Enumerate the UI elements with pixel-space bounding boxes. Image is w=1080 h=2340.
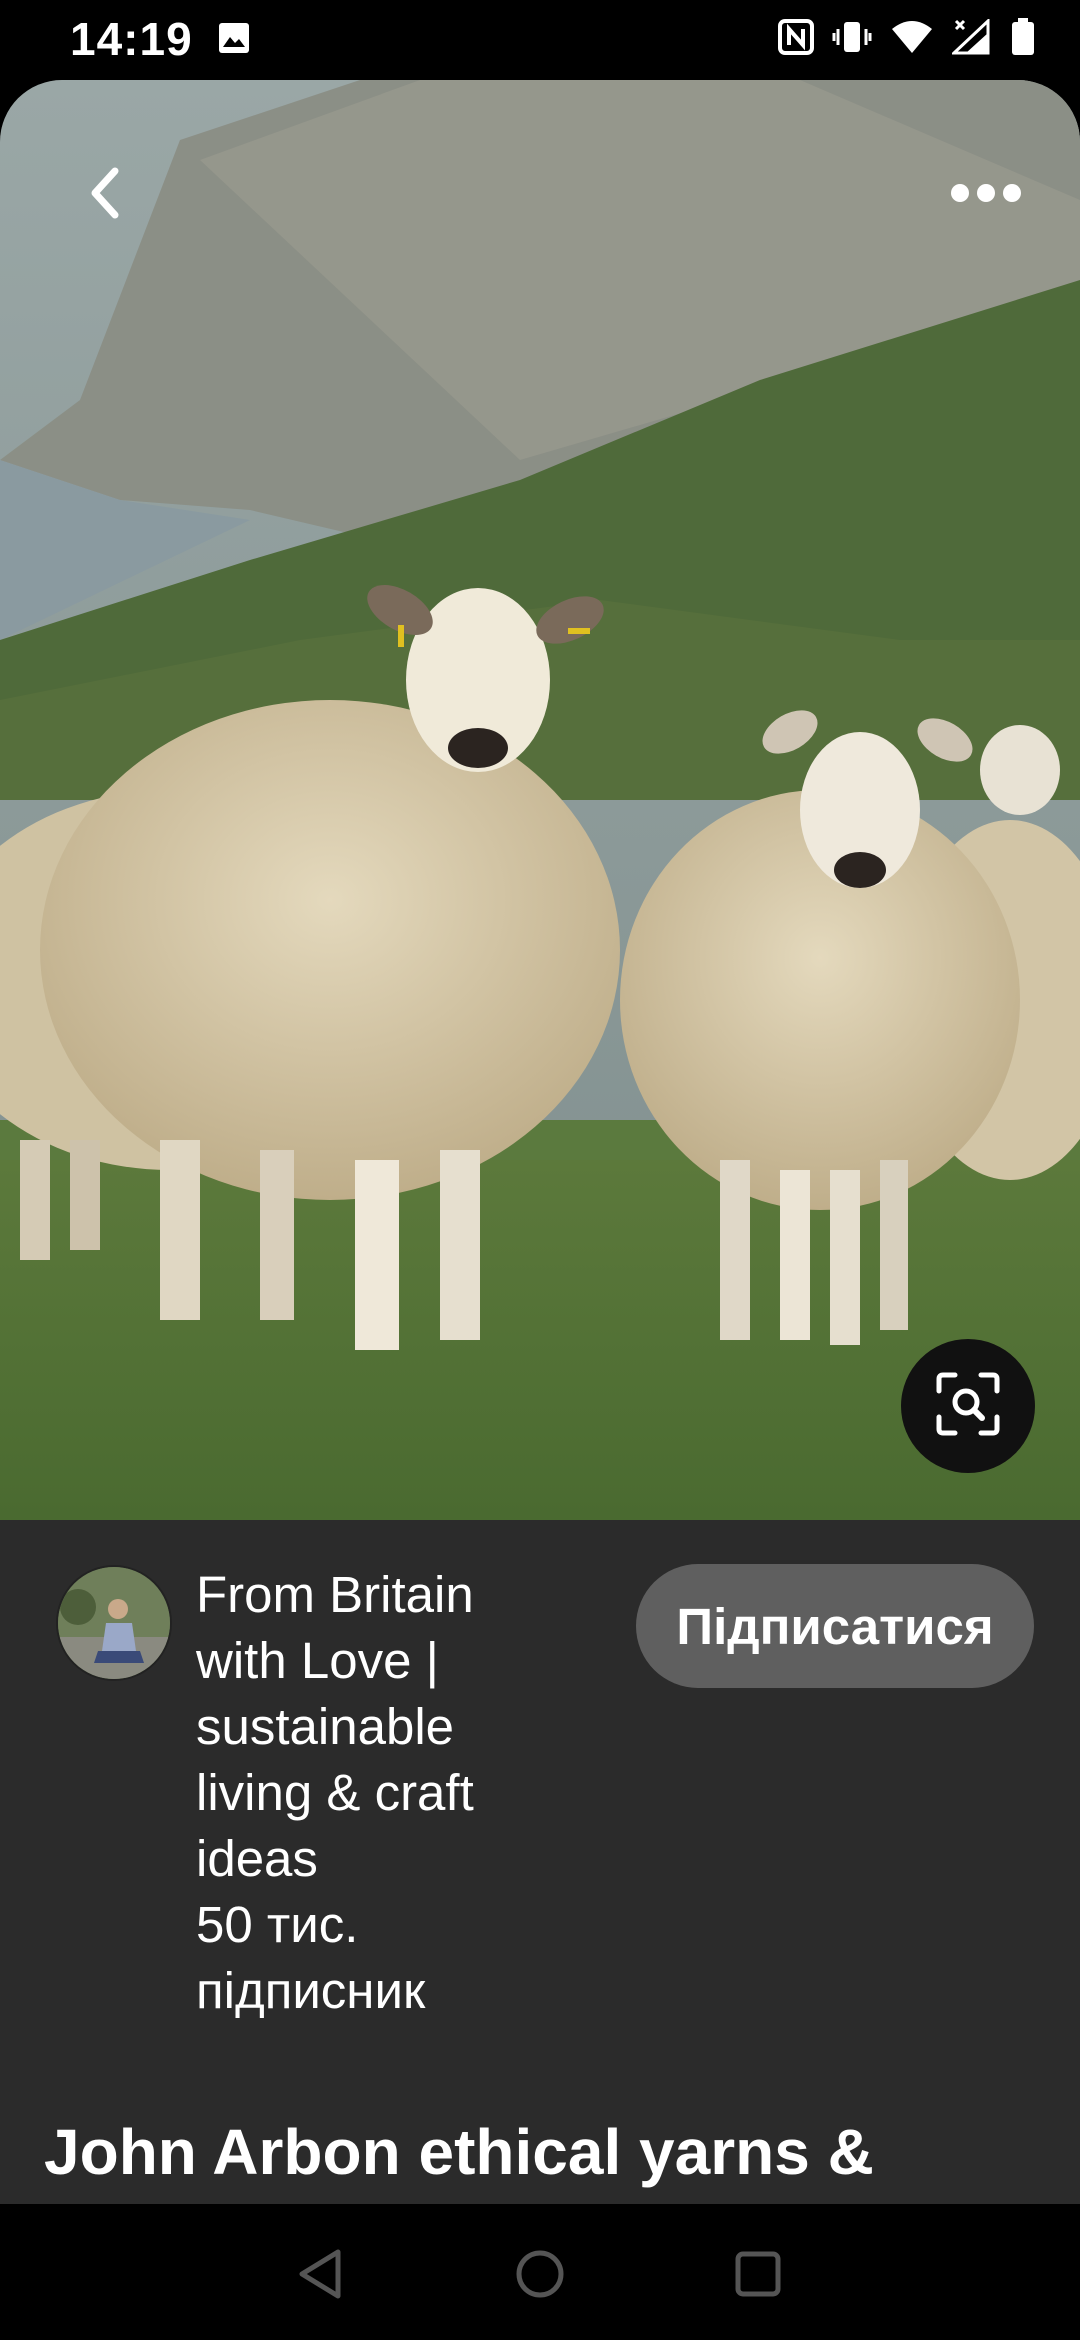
sheep-photo [0, 80, 1080, 1520]
avatar[interactable] [56, 1565, 172, 1681]
system-nav-bar [0, 2204, 1080, 2340]
back-button[interactable] [60, 150, 150, 240]
nav-back-icon[interactable] [292, 2244, 352, 2304]
visual-search-icon [935, 1371, 1001, 1442]
battery-icon [1010, 18, 1036, 56]
pin-detail: From Britain with Love | sustainable liv… [0, 80, 1080, 2204]
wifi-icon [890, 19, 934, 55]
chevron-left-icon [85, 165, 125, 226]
more-options-button[interactable] [936, 160, 1036, 230]
creator-section: From Britain with Love | sustainable liv… [0, 1520, 1080, 2080]
creator-name[interactable]: From Britain with Love | sustainable liv… [196, 1562, 556, 1892]
visual-search-button[interactable] [901, 1339, 1035, 1473]
vibrate-icon [832, 19, 872, 55]
follower-count: 50 тис. підписник [196, 1896, 426, 2019]
nav-recents-icon[interactable] [728, 2244, 788, 2304]
nav-home-icon[interactable] [510, 2244, 570, 2304]
status-time: 14:19 [70, 13, 193, 65]
nfc-icon [778, 19, 814, 55]
more-dots-icon [950, 183, 1022, 208]
follow-button[interactable]: Підписатися [636, 1564, 1034, 1688]
signal-icon [952, 19, 992, 55]
status-bar: 14:19 [0, 0, 1080, 78]
gallery-icon [218, 22, 250, 59]
status-icons [778, 18, 1036, 56]
pin-title: John Arbon ethical yarns & [44, 2116, 874, 2188]
pin-image[interactable] [0, 80, 1080, 1520]
